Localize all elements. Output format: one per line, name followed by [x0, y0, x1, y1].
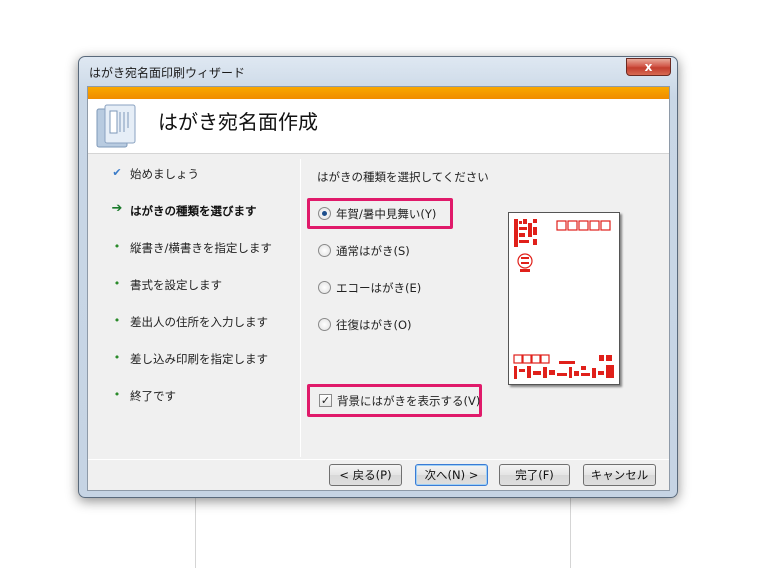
window-title: はがき宛名面印刷ウィザード — [89, 66, 246, 80]
radio-echo[interactable]: エコーはがき(E) — [318, 279, 488, 297]
next-button[interactable]: 次へ(N) > — [415, 464, 488, 486]
step-label: 終了です — [130, 389, 176, 403]
step-item-current: ➔ はがきの種類を選びます — [88, 201, 300, 222]
bullet-icon: • — [113, 240, 121, 253]
vertical-divider — [300, 159, 301, 457]
title-bar[interactable]: はがき宛名面印刷ウィザード x — [79, 57, 677, 85]
step-item: • 差し込み印刷を指定します — [88, 350, 300, 370]
radio-button[interactable] — [318, 244, 331, 257]
step-list: ✔ 始めましょう ➔ はがきの種類を選びます • 縦書き/横書きを指定します •… — [88, 155, 300, 455]
bullet-icon: • — [113, 277, 121, 290]
finish-button[interactable]: 完了(F) — [499, 464, 570, 486]
radio-button[interactable] — [318, 281, 331, 294]
radio-nenga[interactable]: 年賀/暑中見舞い(Y) — [318, 205, 488, 223]
bullet-icon: • — [113, 388, 121, 401]
radio-button[interactable] — [318, 318, 331, 331]
bullet-icon: • — [113, 314, 121, 327]
bullet-icon: • — [113, 351, 121, 364]
horizontal-divider — [88, 459, 669, 460]
checkmark-icon: ✔ — [112, 166, 122, 179]
accent-bar — [88, 87, 669, 99]
checkbox-label: 背景にはがきを表示する(V) — [337, 394, 481, 408]
wizard-header: はがき宛名面作成 — [88, 99, 669, 154]
step-item: • 縦書き/横書きを指定します — [88, 239, 300, 259]
show-background-checkbox[interactable]: ✓ — [319, 394, 332, 407]
radio-label: 通常はがき(S) — [336, 244, 410, 258]
radio-label: 往復はがき(O) — [336, 318, 412, 332]
step-label: はがきの種類を選びます — [130, 204, 257, 218]
arrow-right-icon: ➔ — [111, 201, 123, 216]
step-item: ✔ 始めましょう — [88, 165, 300, 185]
step-label: 差し込み印刷を指定します — [130, 352, 268, 366]
back-button[interactable]: < 戻る(P) — [329, 464, 402, 486]
show-background-checkbox-row[interactable]: ✓ 背景にはがきを表示する(V) — [319, 392, 489, 410]
step-item: • 書式を設定します — [88, 276, 300, 296]
step-item: • 終了です — [88, 387, 300, 407]
radio-button-selected[interactable] — [318, 207, 331, 220]
radio-normal[interactable]: 通常はがき(S) — [318, 242, 488, 260]
radio-label: エコーはがき(E) — [336, 281, 422, 295]
step-item: • 差出人の住所を入力します — [88, 313, 300, 333]
close-button[interactable]: x — [626, 58, 671, 76]
wizard-dialog: はがき宛名面印刷ウィザード x はがき宛名面作成 ✔ 始めましょう ➔ はがきの… — [78, 56, 678, 498]
postcard-illustration — [513, 219, 614, 379]
step-label: 書式を設定します — [130, 278, 222, 292]
postcard-wizard-icon — [96, 104, 136, 148]
selection-prompt: はがきの種類を選択してください — [317, 170, 489, 184]
step-label: 縦書き/横書きを指定します — [130, 241, 272, 255]
step-label: 始めましょう — [130, 167, 199, 181]
radio-label: 年賀/暑中見舞い(Y) — [336, 207, 437, 221]
radio-reply[interactable]: 往復はがき(O) — [318, 316, 488, 334]
cancel-button[interactable]: キャンセル — [583, 464, 656, 486]
page-title: はがき宛名面作成 — [158, 110, 318, 134]
dialog-client-area: はがき宛名面作成 ✔ 始めましょう ➔ はがきの種類を選びます • 縦書き/横書… — [87, 86, 670, 491]
step-label: 差出人の住所を入力します — [130, 315, 268, 329]
postcard-preview — [508, 212, 620, 385]
